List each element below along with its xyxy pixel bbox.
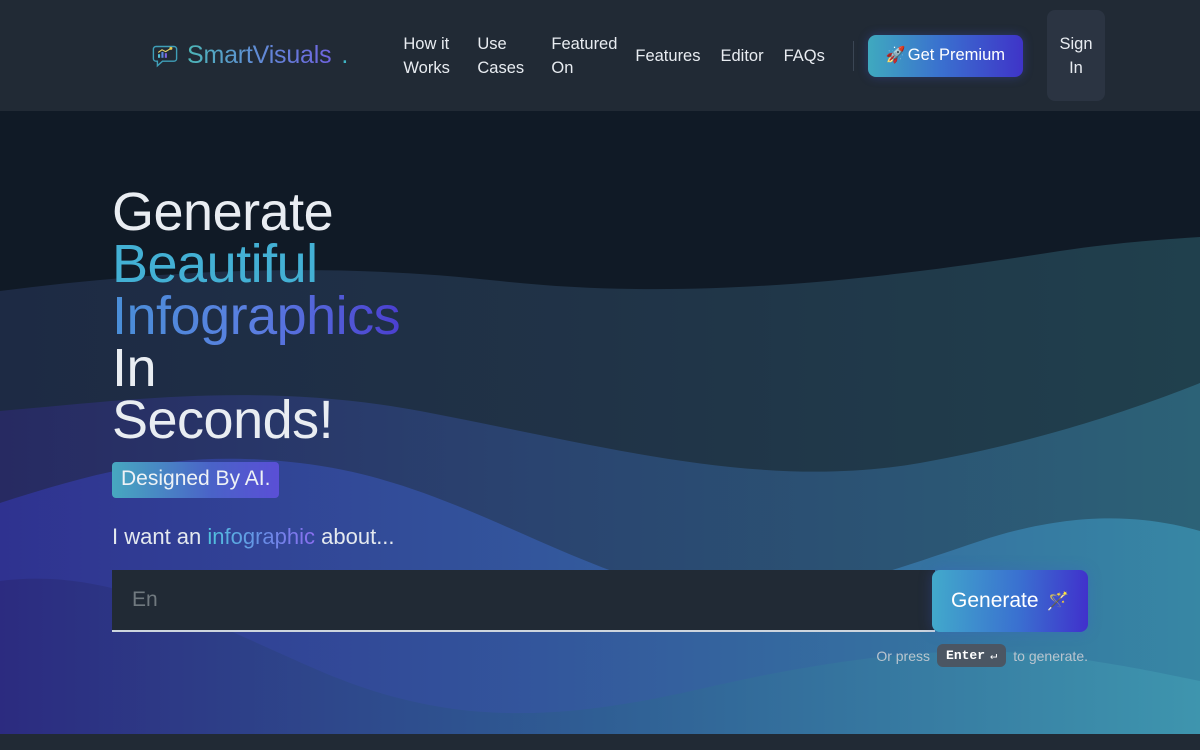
chat-chart-icon <box>152 45 178 67</box>
prompt-input[interactable] <box>112 570 935 632</box>
hint-post: to generate. <box>1013 647 1088 664</box>
return-arrow-icon: ↵ <box>990 649 998 663</box>
get-premium-button[interactable]: 🚀 Get Premium <box>867 34 1023 77</box>
headline-line-1: Generate <box>112 182 334 242</box>
subline-highlight: infographic <box>207 524 316 549</box>
generate-button[interactable]: Generate 🪄 <box>932 570 1088 632</box>
enter-hint: Or press Enter ↵ to generate. <box>112 644 1088 667</box>
hint-pre: Or press <box>876 647 931 664</box>
subline-pre: I want an <box>112 524 208 549</box>
logo-dot: . <box>341 41 349 69</box>
subline-post: about... <box>315 524 395 549</box>
nav-item-featured-on[interactable]: Featured On <box>541 32 625 80</box>
magic-wand-icon: 🪄 <box>1046 590 1069 611</box>
logo-text: SmartVisuals <box>187 41 332 69</box>
section-bottom-strip <box>0 734 1200 750</box>
page-root: SmartVisuals . How it Works Use Cases Fe… <box>0 0 1200 750</box>
enter-key-badge: Enter ↵ <box>937 644 1007 667</box>
nav-item-features[interactable]: Features <box>625 44 710 68</box>
sign-in-button[interactable]: Sign In <box>1046 10 1105 101</box>
get-premium-label: Get Premium <box>907 46 1005 64</box>
hero-section: Generate Beautiful Infographics In Secon… <box>0 111 1200 750</box>
main-nav: How it Works Use Cases Featured On Featu… <box>393 10 1105 101</box>
page-title: Generate Beautiful Infographics In Secon… <box>112 185 452 447</box>
rocket-icon: 🚀 <box>885 46 906 64</box>
headline-line-3-tail: In <box>112 338 157 398</box>
hero-subline: I want an infographic about... <box>112 523 1088 551</box>
prompt-form: Generate 🪄 <box>112 570 1088 632</box>
headline-line-3: Infographics <box>112 286 401 346</box>
nav-divider <box>852 40 854 71</box>
headline-line-2: Beautiful <box>112 234 318 294</box>
nav-item-editor[interactable]: Editor <box>711 44 774 68</box>
enter-key-label: Enter <box>946 648 986 663</box>
logo[interactable]: SmartVisuals . <box>152 41 348 70</box>
nav-item-use-cases[interactable]: Use Cases <box>467 32 541 80</box>
site-header: SmartVisuals . How it Works Use Cases Fe… <box>0 0 1200 111</box>
nav-item-how-it-works[interactable]: How it Works <box>393 32 467 80</box>
generate-label: Generate <box>951 589 1039 612</box>
headline-line-4: Seconds! <box>112 390 334 450</box>
nav-item-faqs[interactable]: FAQs <box>774 44 835 68</box>
designed-by-ai-badge: Designed By AI. <box>112 462 280 498</box>
hero-content: Generate Beautiful Infographics In Secon… <box>112 185 1088 667</box>
